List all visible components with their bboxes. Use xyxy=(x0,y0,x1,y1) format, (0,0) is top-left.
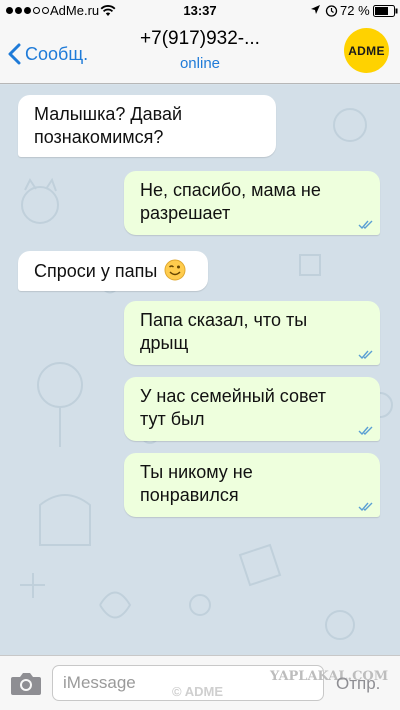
logo-text: ADME xyxy=(348,43,385,58)
chat-area[interactable]: Малышка? Давай познакомимся? Не, спасибо… xyxy=(0,85,400,655)
alarm-icon xyxy=(325,5,338,17)
message-outgoing[interactable]: Ты никому не понравился xyxy=(124,453,380,517)
message-text: У нас семейный совет тут был xyxy=(140,386,327,429)
message-outgoing[interactable]: У нас семейный совет тут был xyxy=(124,377,380,441)
read-checkmarks-icon xyxy=(358,350,373,359)
battery-percent: 72 % xyxy=(340,3,370,18)
message-text: Спроси у папы xyxy=(34,261,158,281)
message-incoming[interactable]: Малышка? Давай познакомимся? xyxy=(18,95,276,157)
contact-name[interactable]: +7(917)932-... xyxy=(0,28,400,50)
read-checkmarks-icon xyxy=(358,502,373,511)
battery-icon xyxy=(373,5,398,17)
adme-logo: ADME xyxy=(344,28,389,73)
message-outgoing[interactable]: Папа сказал, что ты дрыщ xyxy=(124,301,380,365)
message-input[interactable] xyxy=(52,665,324,701)
read-checkmarks-icon xyxy=(358,220,373,229)
message-text: Малышка? Давай познакомимся? xyxy=(34,104,183,147)
conversation-header: Сообщ. +7(917)932-... online ADME xyxy=(0,22,400,84)
send-button[interactable]: Отпр. xyxy=(336,674,380,694)
message-text: Не, спасибо, мама не разрешает xyxy=(140,180,321,223)
location-icon xyxy=(311,5,320,14)
status-bar: AdMe.ru 13:37 72 % xyxy=(0,0,400,22)
message-incoming[interactable]: Спроси у папы xyxy=(18,251,208,291)
contact-status: online xyxy=(179,55,221,72)
compose-bar: © ADME YAPLAKAL.COM Отпр. xyxy=(0,655,400,710)
message-text: Папа сказал, что ты дрыщ xyxy=(140,310,308,353)
message-text: Ты никому не понравился xyxy=(140,462,253,505)
read-checkmarks-icon xyxy=(358,426,373,435)
camera-icon[interactable] xyxy=(10,671,42,696)
winking-smile-emoji-icon xyxy=(164,259,186,281)
message-outgoing[interactable]: Не, спасибо, мама не разрешает xyxy=(124,171,380,235)
